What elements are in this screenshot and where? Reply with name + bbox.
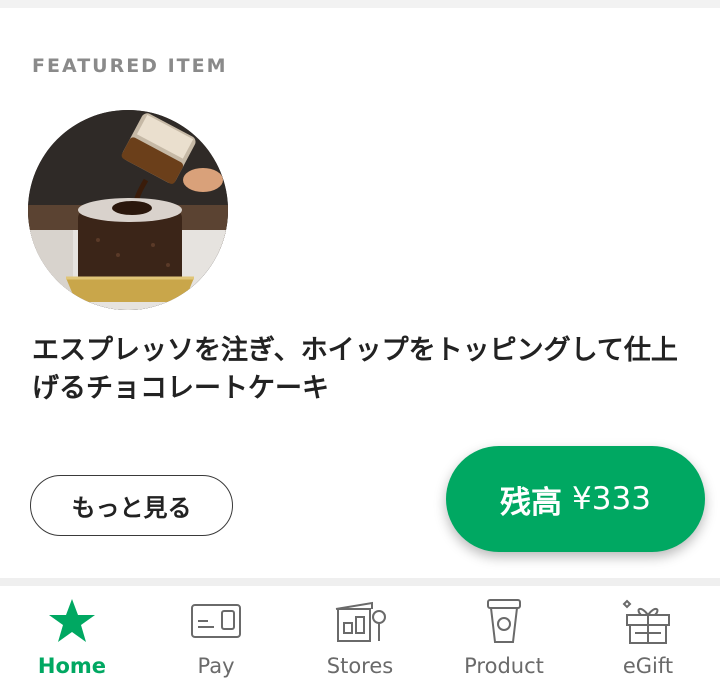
tab-label: Product	[464, 654, 544, 678]
featured-item-image[interactable]	[28, 110, 228, 310]
see-more-button[interactable]: もっと見る	[30, 475, 233, 536]
top-divider	[0, 0, 720, 8]
gift-icon	[620, 596, 676, 646]
tab-product[interactable]: Product	[432, 586, 576, 686]
featured-item-description: エスプレッソを注ぎ、ホイップをトッピングして仕上げるチョコレートケーキ	[32, 335, 678, 404]
tab-home[interactable]: Home	[0, 586, 144, 686]
tab-pay[interactable]: Pay	[144, 586, 288, 686]
tab-label: eGift	[622, 654, 674, 678]
pay-card-icon	[188, 596, 244, 646]
tabbar-divider	[0, 578, 720, 586]
section-label: FEATURED ITEM	[32, 55, 228, 77]
tab-label: Home	[37, 654, 107, 678]
store-icon	[332, 596, 388, 646]
tab-label: Stores	[326, 654, 394, 678]
tab-egift[interactable]: eGift	[576, 586, 720, 686]
cup-icon	[476, 596, 532, 646]
bottom-tab-bar: Home Pay Stores Product eGift	[0, 586, 720, 686]
balance-label: 残高	[500, 484, 563, 521]
balance-button[interactable]: 残高 ¥333	[446, 446, 705, 552]
star-icon	[44, 596, 100, 646]
tab-stores[interactable]: Stores	[288, 586, 432, 686]
tab-label: Pay	[197, 654, 235, 678]
balance-amount: ¥333	[572, 481, 651, 517]
